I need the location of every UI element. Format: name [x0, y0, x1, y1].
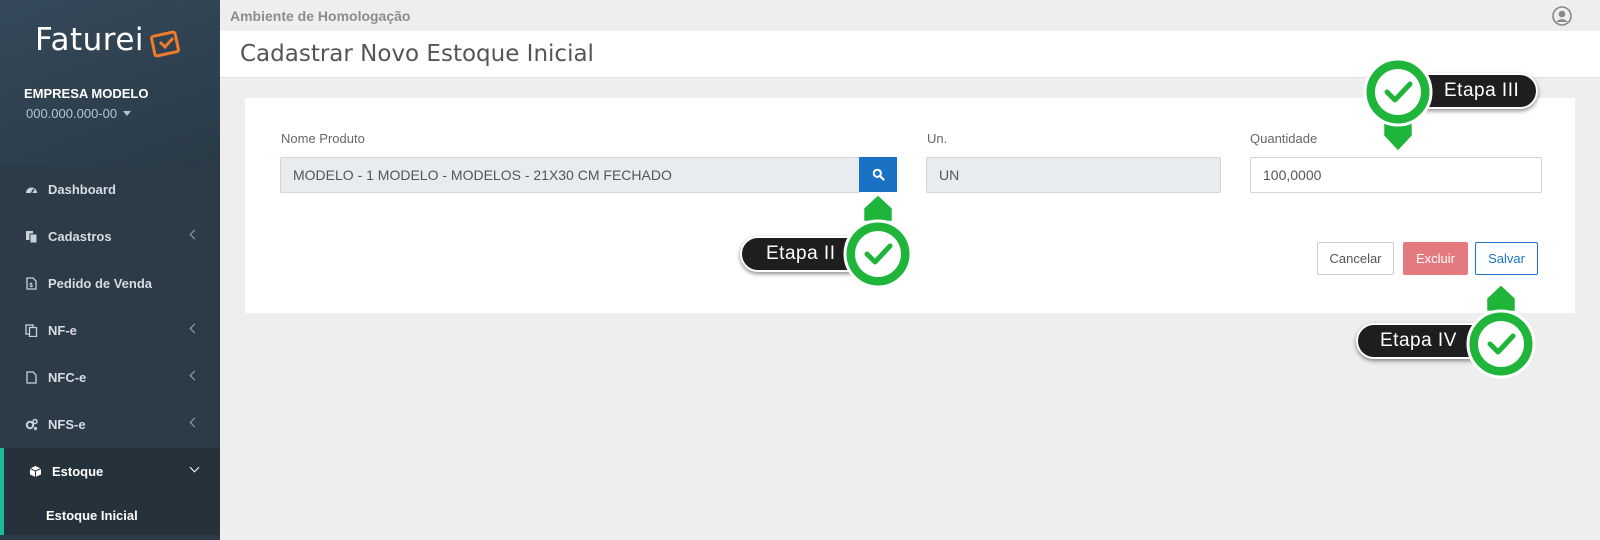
chevron-down-icon — [189, 462, 200, 473]
quantity-label: Quantidade — [1250, 131, 1318, 146]
quantity-input[interactable]: 100,0000 — [1250, 157, 1542, 193]
sidebar-item-cadastros[interactable]: Cadastros — [0, 213, 220, 260]
check-badge-icon — [1466, 282, 1536, 379]
company-selector[interactable]: 000.000.000-00 — [26, 106, 132, 121]
sidebar-nav: Dashboard Cadastros $ Pedido de Venda NF… — [0, 166, 220, 535]
save-button[interactable]: Salvar — [1475, 242, 1538, 275]
sidebar-subitem-estoque-inicial[interactable]: Estoque Inicial — [0, 495, 220, 535]
chevron-left-icon — [189, 229, 200, 240]
sidebar-item-label: Cadastros — [48, 229, 112, 244]
files-icon — [25, 324, 38, 337]
copy-icon — [25, 230, 38, 243]
app-logo[interactable]: Faturei — [35, 22, 144, 58]
cube-icon — [29, 465, 42, 478]
cancel-button[interactable]: Cancelar — [1317, 242, 1394, 275]
check-badge-icon — [1363, 57, 1433, 154]
company-document: 000.000.000-00 — [26, 106, 118, 121]
top-bar: Ambiente de Homologação — [220, 0, 1600, 31]
sidebar-item-estoque[interactable]: Estoque — [0, 448, 220, 495]
sidebar-item-label: NFC-e — [48, 370, 87, 385]
company-name: EMPRESA MODELO — [24, 86, 149, 101]
product-search-button[interactable] — [859, 157, 897, 192]
sidebar: Faturei EMPRESA MODELO 000.000.000-00 Da… — [0, 0, 220, 540]
environment-label: Ambiente de Homologação — [230, 8, 411, 24]
check-badge-icon — [843, 192, 913, 289]
chevron-left-icon — [189, 370, 200, 381]
sidebar-item-nfce[interactable]: NFC-e — [0, 354, 220, 401]
unit-field: UN — [926, 157, 1221, 193]
search-icon — [872, 168, 885, 181]
dashboard-icon — [25, 183, 38, 196]
sidebar-item-label: Pedido de Venda — [48, 276, 153, 291]
sidebar-item-nfse[interactable]: NFS-e — [0, 401, 220, 448]
file-icon: $ — [25, 277, 38, 290]
svg-text:$: $ — [29, 282, 33, 289]
user-avatar-icon[interactable] — [1552, 6, 1572, 26]
sidebar-item-dashboard[interactable]: Dashboard — [0, 166, 220, 213]
sidebar-item-label: NF-e — [48, 323, 77, 338]
logo-mark-icon — [150, 30, 180, 58]
brand-area: Faturei EMPRESA MODELO 000.000.000-00 — [0, 0, 220, 166]
caret-down-icon — [123, 111, 132, 116]
page-title: Cadastrar Novo Estoque Inicial — [240, 41, 594, 67]
product-field[interactable]: MODELO - 1 MODELO - MODELOS - 21X30 CM F… — [280, 157, 860, 193]
file-outline-icon — [25, 371, 38, 384]
sidebar-item-label: Estoque — [52, 464, 104, 479]
unit-label: Un. — [927, 131, 948, 146]
gears-icon — [25, 418, 38, 431]
sidebar-item-nfe[interactable]: NF-e — [0, 307, 220, 354]
delete-button[interactable]: Excluir — [1403, 242, 1468, 275]
product-label: Nome Produto — [281, 131, 365, 146]
sidebar-item-label: NFS-e — [48, 417, 86, 432]
sidebar-item-label: Dashboard — [48, 182, 116, 197]
sidebar-item-pedido-de-venda[interactable]: $ Pedido de Venda — [0, 260, 220, 307]
chevron-left-icon — [189, 323, 200, 334]
chevron-left-icon — [189, 417, 200, 428]
